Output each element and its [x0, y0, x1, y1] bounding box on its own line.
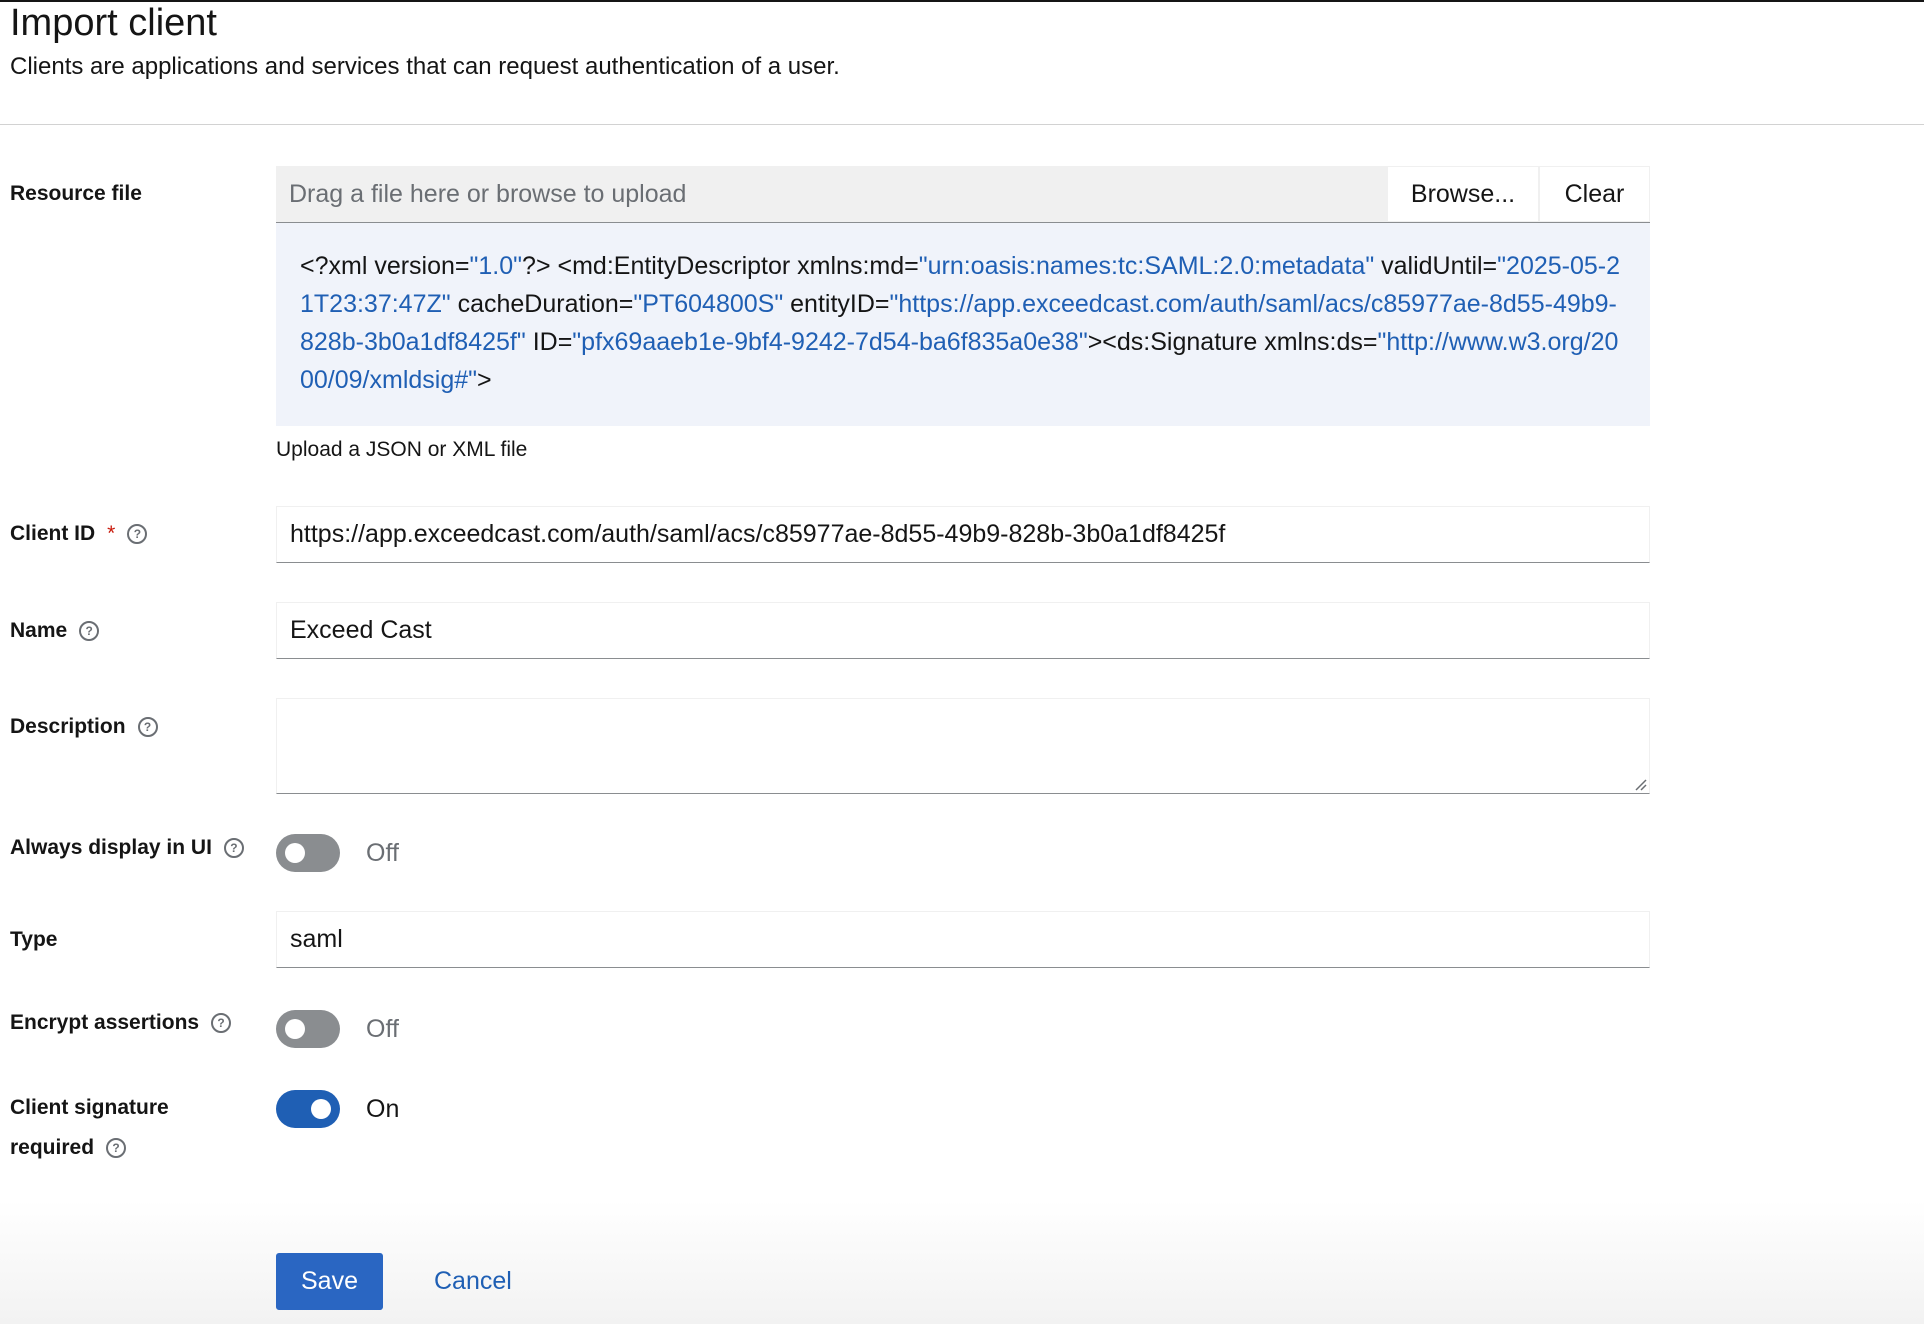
description-label-text: Description — [10, 715, 126, 738]
type-field[interactable]: saml — [276, 911, 1650, 968]
always-display-label: Always display in UI ? — [10, 834, 244, 862]
code-text: ?> <md:EntityDescriptor xmlns:md= — [522, 252, 919, 280]
always-display-switch[interactable] — [276, 834, 340, 872]
resource-file-label: Resource file — [10, 180, 142, 208]
code-text: cacheDuration= — [450, 290, 634, 318]
encrypt-assertions-label-text: Encrypt assertions — [10, 1011, 200, 1034]
upload-helper-text: Upload a JSON or XML file — [276, 438, 528, 461]
client-id-label: Client ID * ? — [10, 520, 148, 548]
page-description: Clients are applications and services th… — [10, 53, 840, 80]
switch-knob — [285, 1019, 305, 1039]
browse-button[interactable]: Browse... — [1387, 166, 1539, 222]
resource-file-label-text: Resource file — [10, 182, 142, 205]
client-signature-label-line2: required — [10, 1136, 95, 1159]
file-content-preview[interactable]: <?xml version="1.0"?> <md:EntityDescript… — [276, 223, 1650, 426]
code-value: "urn:oasis:names:tc:SAML:2.0:metadata" — [918, 252, 1375, 280]
page-title: Import client — [10, 2, 217, 44]
cancel-link[interactable]: Cancel — [434, 1262, 512, 1300]
client-signature-label-line1: Client signature — [10, 1096, 169, 1119]
client-signature-label-line2-wrap: required ? — [10, 1128, 127, 1168]
description-label: Description ? — [10, 713, 158, 741]
help-icon[interactable]: ? — [127, 524, 148, 544]
name-input[interactable]: Exceed Cast — [276, 602, 1650, 659]
help-icon[interactable]: ? — [106, 1138, 127, 1158]
help-icon[interactable]: ? — [223, 838, 244, 858]
code-text: ID= — [525, 328, 573, 356]
type-label-text: Type — [10, 928, 58, 951]
encrypt-assertions-switch[interactable] — [276, 1010, 340, 1048]
switch-knob — [311, 1099, 331, 1119]
client-id-input[interactable]: https://app.exceedcast.com/auth/saml/acs… — [276, 506, 1650, 563]
save-button[interactable]: Save — [276, 1253, 383, 1310]
encrypt-assertions-label: Encrypt assertions ? — [10, 1009, 232, 1037]
type-label: Type — [10, 926, 57, 954]
code-text: ><ds:Signature xmlns:ds= — [1087, 328, 1378, 356]
help-icon[interactable]: ? — [211, 1013, 232, 1033]
name-label-text: Name — [10, 619, 68, 642]
file-upload-placeholder[interactable]: Drag a file here or browse to upload — [276, 166, 1387, 222]
client-signature-label: Client signature required ? — [10, 1088, 169, 1168]
resize-handle-icon[interactable] — [1633, 777, 1647, 791]
code-text: > — [477, 366, 492, 394]
always-display-state: Off — [366, 839, 399, 867]
required-asterisk: * — [107, 522, 116, 545]
encrypt-assertions-state: Off — [366, 1015, 399, 1043]
code-text: entityID= — [783, 290, 890, 318]
description-textarea[interactable] — [276, 698, 1650, 794]
client-id-label-text: Client ID — [10, 522, 96, 545]
code-value: "1.0" — [469, 252, 523, 280]
switch-knob — [285, 843, 305, 863]
help-icon[interactable]: ? — [79, 621, 100, 641]
file-upload[interactable]: Drag a file here or browse to upload Bro… — [276, 166, 1650, 223]
code-value: "PT604800S" — [633, 290, 784, 318]
header-divider — [0, 124, 1924, 125]
always-display-label-text: Always display in UI — [10, 836, 212, 859]
clear-button[interactable]: Clear — [1539, 166, 1650, 222]
client-signature-state: On — [366, 1095, 400, 1123]
top-border — [0, 0, 1924, 2]
name-label: Name ? — [10, 617, 100, 645]
code-value: "pfx69aaeb1e-9bf4-9242-7d54-ba6f835a0e38… — [572, 328, 1088, 356]
code-text: validUntil= — [1374, 252, 1498, 280]
help-icon[interactable]: ? — [137, 717, 158, 737]
code-text: <?xml version= — [300, 252, 470, 280]
client-signature-switch[interactable] — [276, 1090, 340, 1128]
